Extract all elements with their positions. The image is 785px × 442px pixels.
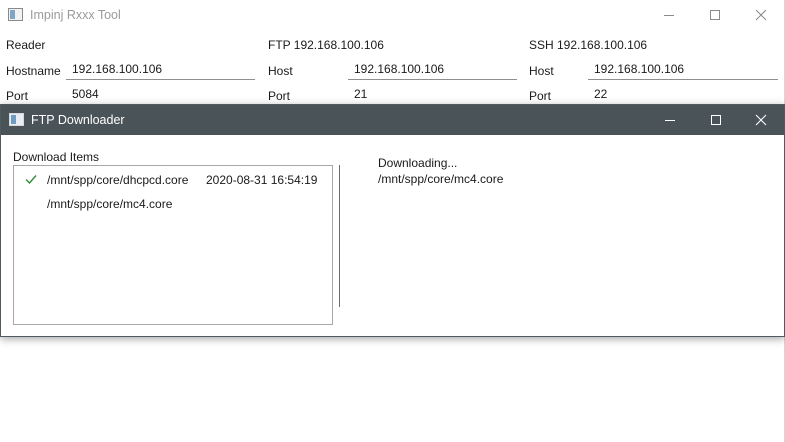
close-icon	[755, 114, 767, 126]
ftp-host-input[interactable]: 192.168.100.106	[348, 62, 517, 80]
main-titlebar[interactable]: Impinj Rxxx Tool	[0, 0, 785, 30]
ssh-port-label: Port	[529, 89, 552, 103]
item-timestamp: 2020-08-31 16:54:19	[206, 173, 318, 187]
hostname-label: Hostname	[6, 64, 61, 78]
app-window-icon	[9, 113, 24, 126]
item-path: /mnt/spp/core/dhcpcd.core	[47, 173, 189, 187]
list-item[interactable]: /mnt/spp/core/dhcpcd.core 2020-08-31 16:…	[14, 169, 332, 191]
ftp-downloader-dialog: FTP Downloader Download Items /mnt/spp/c…	[0, 104, 785, 337]
main-maximize-button[interactable]	[692, 0, 738, 30]
app-window-icon	[8, 8, 23, 21]
item-path: /mnt/spp/core/mc4.core	[47, 197, 173, 211]
reader-hostname-input[interactable]: 192.168.100.106	[66, 62, 255, 80]
reader-heading: Reader	[6, 38, 46, 52]
download-items-list[interactable]: /mnt/spp/core/dhcpcd.core 2020-08-31 16:…	[13, 165, 333, 325]
dialog-titlebar[interactable]: FTP Downloader	[1, 105, 784, 135]
reader-port-label: Port	[6, 89, 29, 103]
download-status-title: Downloading...	[378, 156, 458, 170]
list-item[interactable]: /mnt/spp/core/mc4.core	[14, 193, 332, 215]
main-minimize-button[interactable]	[646, 0, 692, 30]
main-window-title: Impinj Rxxx Tool	[30, 8, 121, 22]
checkmark-icon	[25, 175, 37, 185]
ftp-port-label: Port	[268, 89, 291, 103]
ftp-heading: FTP 192.168.100.106	[268, 38, 384, 52]
download-status-file: /mnt/spp/core/mc4.core	[378, 172, 504, 186]
maximize-icon	[710, 10, 720, 20]
minimize-icon	[664, 15, 674, 16]
dialog-maximize-button[interactable]	[693, 105, 739, 135]
main-close-button[interactable]	[738, 0, 784, 30]
ssh-port-input[interactable]: 22	[588, 87, 778, 105]
minimize-icon	[665, 120, 675, 121]
ssh-host-input[interactable]: 192.168.100.106	[588, 62, 778, 80]
dialog-close-button[interactable]	[738, 105, 784, 135]
splitter[interactable]	[339, 165, 340, 307]
close-icon	[755, 9, 767, 21]
ssh-host-label: Host	[529, 64, 554, 78]
dialog-title: FTP Downloader	[31, 113, 125, 127]
maximize-icon	[711, 115, 721, 125]
ssh-heading: SSH 192.168.100.106	[529, 38, 648, 52]
ftp-port-input[interactable]: 21	[348, 87, 517, 105]
reader-port-input[interactable]: 5084	[66, 87, 255, 105]
dialog-minimize-button[interactable]	[647, 105, 693, 135]
ftp-host-label: Host	[268, 64, 293, 78]
download-items-label: Download Items	[13, 150, 100, 164]
